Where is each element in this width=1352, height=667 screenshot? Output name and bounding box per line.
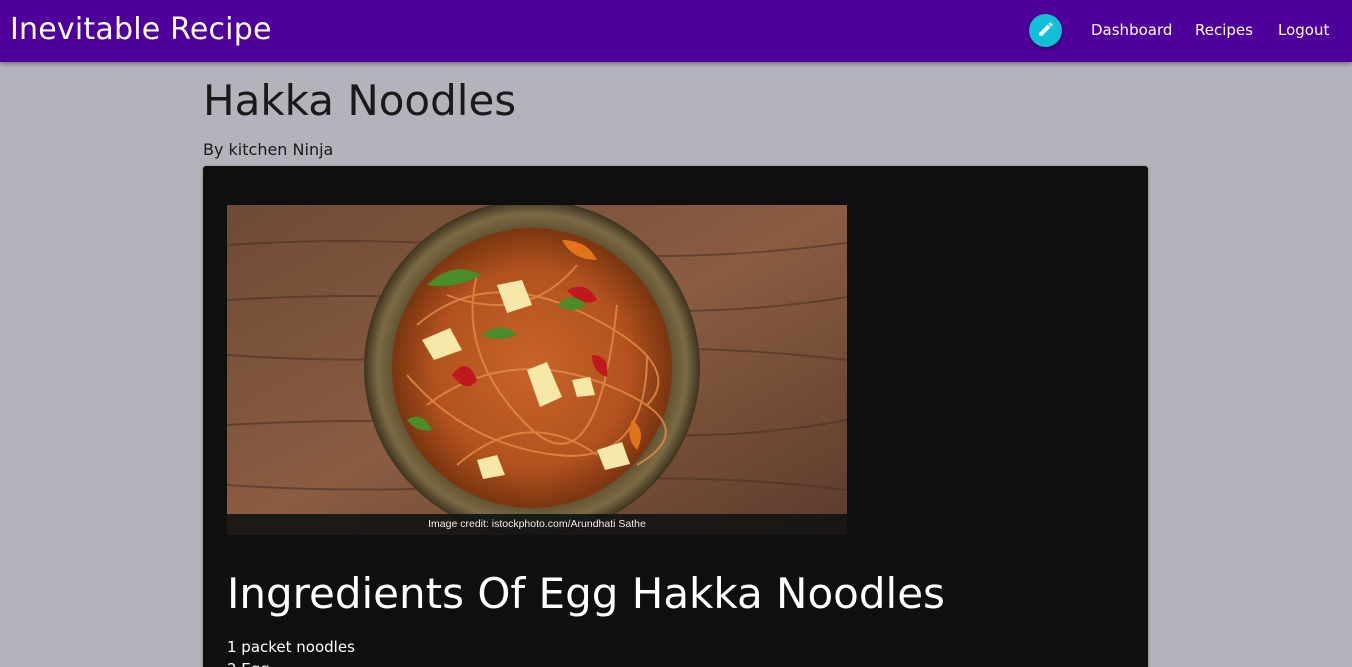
recipe-author: By kitchen Ninja	[203, 140, 334, 159]
top-navbar: Inevitable Recipe Dashboard Recipes Logo…	[0, 0, 1352, 62]
nav-link-logout[interactable]: Logout	[1278, 19, 1329, 41]
app-title[interactable]: Inevitable Recipe	[10, 10, 272, 50]
ingredient-item: 2 Egg	[227, 658, 355, 667]
nav-link-recipes[interactable]: Recipes	[1195, 19, 1253, 41]
pencil-icon	[1037, 20, 1055, 42]
image-credit: Image credit: istockphoto.com/Arundhati …	[227, 514, 847, 535]
recipe-card: Image credit: istockphoto.com/Arundhati …	[203, 166, 1148, 667]
ingredients-heading: Ingredients Of Egg Hakka Noodles	[227, 569, 945, 618]
nav-link-dashboard[interactable]: Dashboard	[1091, 19, 1172, 41]
ingredients-list: 1 packet noodles 2 Egg	[227, 636, 355, 667]
recipe-title: Hakka Noodles	[203, 76, 517, 125]
recipe-photo: Image credit: istockphoto.com/Arundhati …	[227, 205, 847, 535]
edit-recipe-button[interactable]	[1029, 14, 1062, 47]
ingredient-item: 1 packet noodles	[227, 638, 355, 656]
